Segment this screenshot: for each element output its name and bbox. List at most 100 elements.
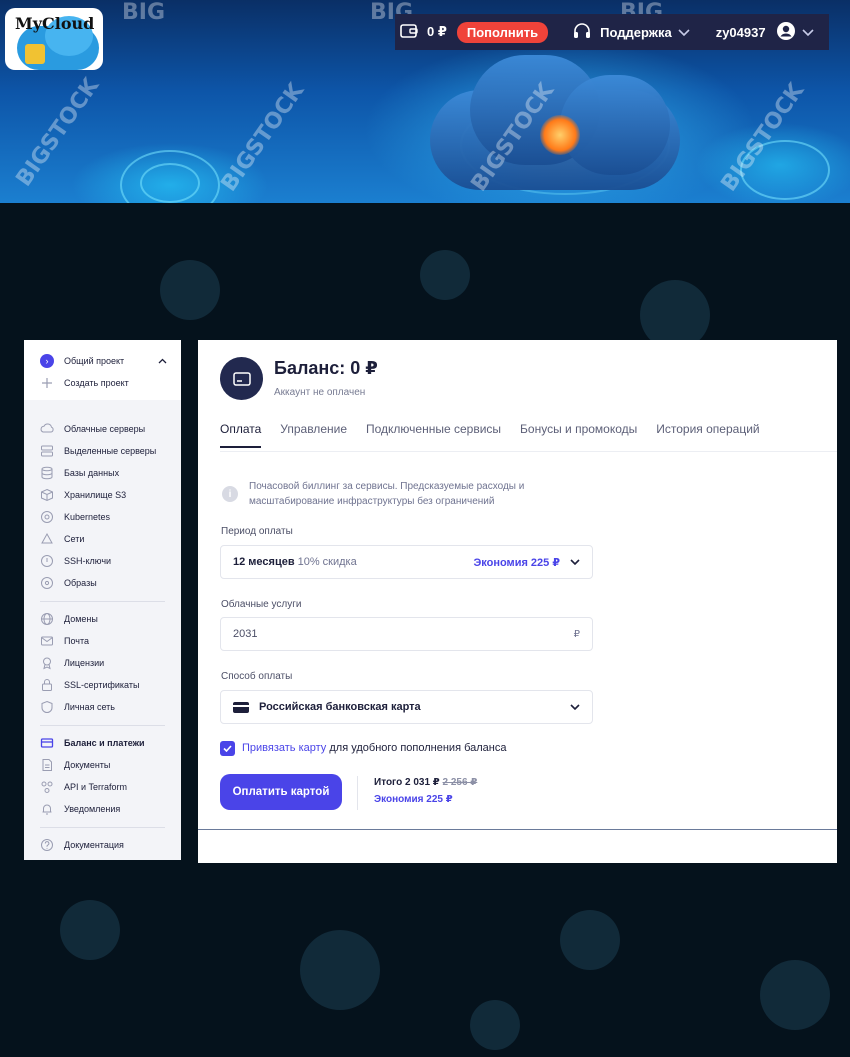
wallet-icon xyxy=(399,22,419,43)
bell-icon xyxy=(40,802,54,816)
divider xyxy=(40,827,165,828)
services-amount-input[interactable]: 2031 ₽ xyxy=(220,617,593,651)
divider xyxy=(220,451,837,452)
total-old-price: 2 256 ₽ xyxy=(442,777,478,788)
chevron-up-icon[interactable] xyxy=(158,356,167,366)
database-icon xyxy=(40,466,54,480)
sidebar-item[interactable]: SSL-сертификаты xyxy=(24,674,181,696)
watermark-text: BIG xyxy=(122,0,166,25)
chevron-down-icon xyxy=(570,702,580,713)
sidebar-item[interactable]: Облачные серверы xyxy=(24,418,181,440)
project-icon: › xyxy=(40,354,54,368)
chevron-down-icon xyxy=(570,557,580,568)
watermark-text: BIGSTOCK xyxy=(216,78,310,197)
divider xyxy=(40,725,165,726)
sidebar-item[interactable]: Почта xyxy=(24,630,181,652)
sidebar-item[interactable]: Документы xyxy=(24,754,181,776)
kubernetes-icon xyxy=(40,510,54,524)
sidebar-item[interactable]: Баланс и платежи xyxy=(24,732,181,754)
create-project-label: Создать проект xyxy=(64,378,129,388)
bind-card-checkbox[interactable] xyxy=(220,741,235,756)
sidebar-item-label: Почта xyxy=(64,636,89,646)
license-icon xyxy=(40,656,54,670)
payment-method-select[interactable]: Российская банковская карта xyxy=(220,690,593,724)
sidebar-item[interactable]: SSH-ключи xyxy=(24,550,181,572)
glow xyxy=(540,115,580,155)
server-icon xyxy=(40,444,54,458)
tabs: Оплата Управление Подключенные сервисы Б… xyxy=(220,422,779,448)
create-project-button[interactable]: Создать проект xyxy=(40,372,167,394)
chevron-down-icon[interactable] xyxy=(802,25,814,40)
sidebar-item-label: Базы данных xyxy=(64,468,120,478)
sidebar-item[interactable]: Образы xyxy=(24,572,181,594)
sidebar-item-label: Уведомления xyxy=(64,804,121,814)
project-name: Общий проект xyxy=(64,356,125,366)
card-icon xyxy=(40,736,54,750)
sidebar-item-label: Баланс и платежи xyxy=(64,738,145,748)
support-menu[interactable]: Поддержка xyxy=(600,25,672,40)
user-avatar-icon[interactable] xyxy=(776,21,796,44)
shield-icon xyxy=(40,700,54,714)
pay-by-card-button[interactable]: Оплатить картой xyxy=(220,774,342,810)
tab-management[interactable]: Управление xyxy=(280,422,347,448)
username[interactable]: zy04937 xyxy=(716,25,766,40)
sidebar-menu: Облачные серверы Выделенные серверы Базы д… xyxy=(24,400,181,856)
period-select[interactable]: 12 месяцев 10% скидка Экономия 225 ₽ xyxy=(220,545,593,579)
sidebar-item[interactable]: Kubernetes xyxy=(24,506,181,528)
plus-icon xyxy=(40,376,54,390)
tab-payment[interactable]: Оплата xyxy=(220,422,262,448)
decor-ring xyxy=(140,163,200,203)
sidebar-item[interactable]: Сети xyxy=(24,528,181,550)
balance-card-icon xyxy=(220,357,263,400)
sidebar-item-label: Сети xyxy=(64,534,85,544)
sidebar-item[interactable]: Лицензии xyxy=(24,652,181,674)
cloud-icon xyxy=(40,422,54,436)
period-saving: Экономия 225 ₽ xyxy=(473,556,560,569)
project-selector[interactable]: › Общий проект xyxy=(40,350,167,372)
topup-button[interactable]: Пополнить xyxy=(456,21,549,43)
sidebar-item[interactable]: Уведомления xyxy=(24,798,181,820)
tab-bonuses[interactable]: Бонусы и промокоды xyxy=(520,422,637,448)
sidebar-item-label: API и Terraform xyxy=(64,782,128,792)
bokeh xyxy=(760,960,830,1030)
key-icon xyxy=(40,554,54,568)
sidebar-item[interactable]: Хранилище S3 xyxy=(24,484,181,506)
sidebar-item[interactable]: Домены xyxy=(24,608,181,630)
tab-connected-services[interactable]: Подключенные сервисы xyxy=(366,422,501,448)
info-text: Почасовой биллинг за сервисы. Предсказуе… xyxy=(249,481,525,507)
headset-icon[interactable] xyxy=(572,22,592,43)
account-status: Аккаунт не оплачен xyxy=(274,387,366,398)
divider xyxy=(40,601,165,602)
chevron-down-icon[interactable] xyxy=(678,25,690,40)
top-bar: 0 ₽ Пополнить Поддержка zy04937 xyxy=(395,14,829,50)
currency-symbol: ₽ xyxy=(573,628,580,640)
sidebar-item[interactable]: Базы данных xyxy=(24,462,181,484)
page-title: Баланс: 0 ₽ xyxy=(274,358,378,378)
bokeh xyxy=(420,250,470,300)
logo[interactable]: MyCloud xyxy=(5,8,103,70)
sidebar-item[interactable]: Личная сеть xyxy=(24,696,181,718)
services-amount-value: 2031 xyxy=(233,628,258,640)
period-label: Период оплаты xyxy=(221,526,293,537)
period-discount: 10% скидка xyxy=(297,556,357,568)
bokeh xyxy=(160,260,220,320)
sidebar: › Общий проект Создать проект Облачные с… xyxy=(24,340,181,860)
payment-method-value: Российская банковская карта xyxy=(259,701,421,713)
sidebar-item[interactable]: Документация xyxy=(24,834,181,856)
lock-icon xyxy=(40,678,54,692)
tab-history[interactable]: История операций xyxy=(656,422,759,448)
globe-icon xyxy=(40,612,54,626)
bind-card-link[interactable]: Привязать карту xyxy=(242,742,326,754)
info-icon: i xyxy=(222,486,238,502)
sidebar-item[interactable]: Выделенные серверы xyxy=(24,440,181,462)
logo-text: MyCloud xyxy=(15,14,95,33)
sidebar-item[interactable]: API и Terraform xyxy=(24,776,181,798)
help-icon xyxy=(40,838,54,852)
sidebar-item-label: Облачные серверы xyxy=(64,424,146,434)
bind-card-text: Привязать карту для удобного пополнения … xyxy=(242,742,506,754)
services-label: Облачные услуги xyxy=(221,599,302,610)
project-switcher: › Общий проект Создать проект xyxy=(24,340,181,400)
balance-amount: 0 ₽ xyxy=(427,24,447,39)
sidebar-item-label: Документы xyxy=(64,760,111,770)
sidebar-item-label: Домены xyxy=(64,614,98,624)
